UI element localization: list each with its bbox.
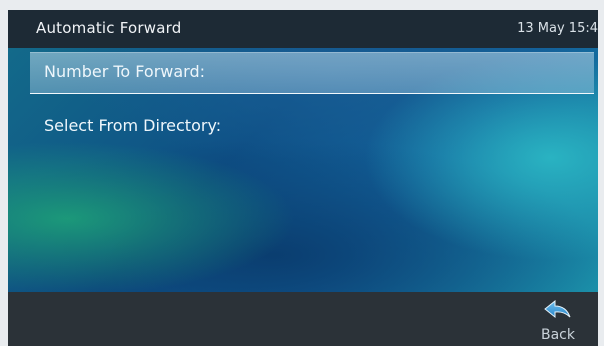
menu-item-label: Select From Directory: [44, 116, 222, 135]
softkey-bar: Back [8, 292, 598, 346]
back-label: Back [541, 327, 575, 343]
date-time: 13 May 15:4 [517, 21, 598, 36]
menu-item-number-to-forward[interactable]: Number To Forward: [30, 52, 594, 94]
back-button[interactable]: Back [522, 292, 594, 346]
header-bar: Automatic Forward 13 May 15:4 [8, 10, 598, 48]
phone-screen: Automatic Forward 13 May 15:4 Number To … [8, 10, 598, 346]
page-title: Automatic Forward [36, 19, 182, 37]
menu-item-select-from-directory[interactable]: Select From Directory: [30, 106, 594, 148]
menu-item-label: Number To Forward: [44, 62, 206, 81]
menu-area: Number To Forward: Select From Directory… [8, 48, 598, 292]
back-arrow-icon [544, 300, 571, 319]
